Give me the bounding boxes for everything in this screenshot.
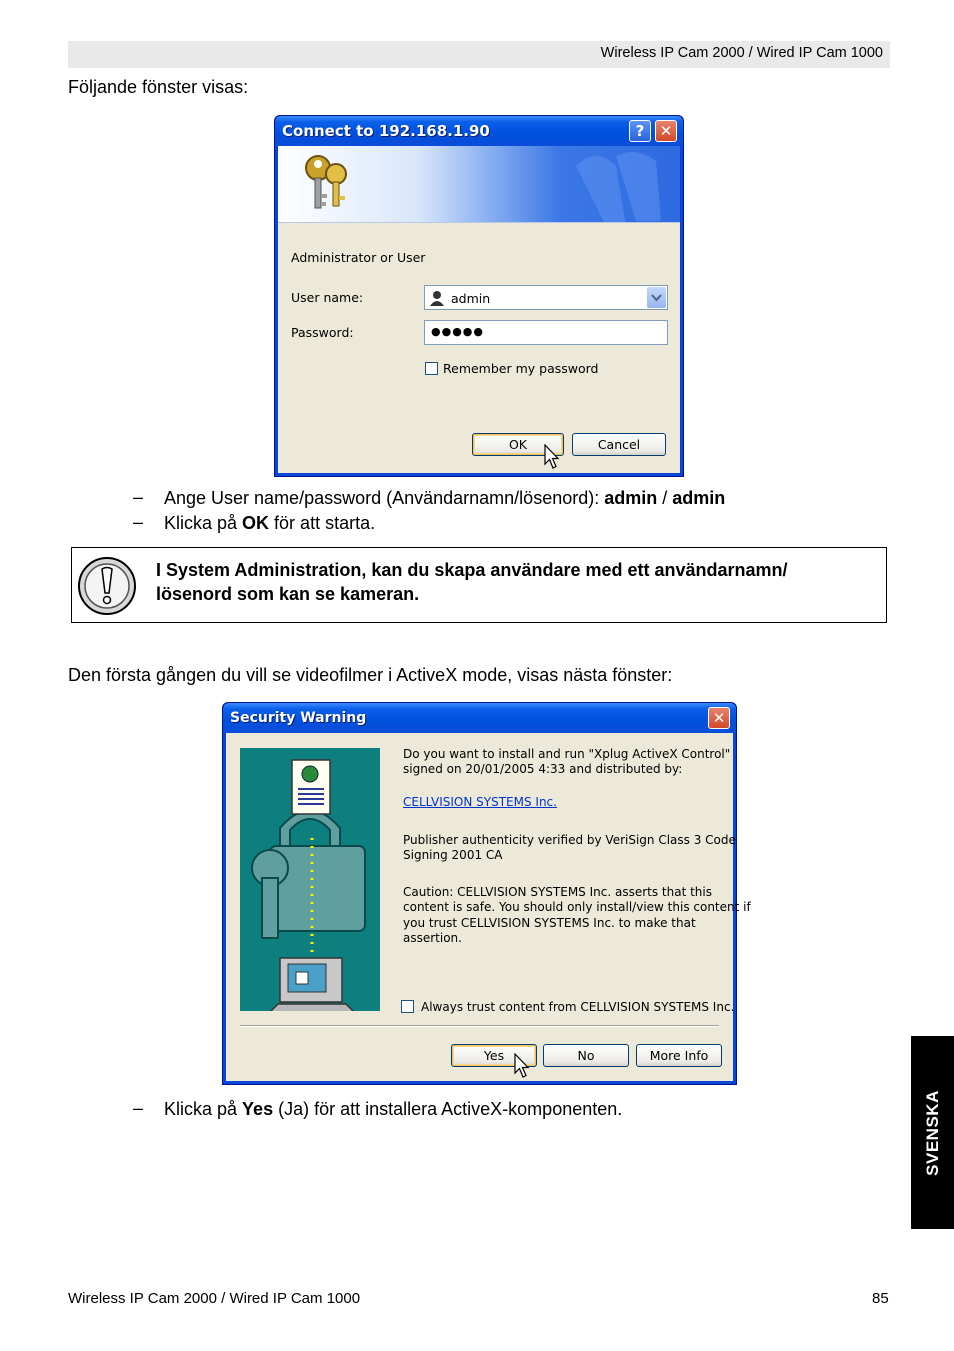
computer-icon <box>268 957 356 1013</box>
step-click-yes: Klicka på Yes (Ja) för att installera Ac… <box>164 1099 623 1119</box>
exclamation-icon <box>78 557 136 615</box>
auth-line2: Signing 2001 CA <box>403 848 503 862</box>
remember-label: Remember my password <box>443 361 599 376</box>
realm-text: Administrator or User <box>291 250 426 265</box>
remember-checkbox[interactable] <box>425 362 438 375</box>
step-dash: – <box>133 487 144 507</box>
security-question-line2: signed on 20/01/2005 4:33 and distribute… <box>403 762 683 776</box>
security-illustration <box>240 748 380 1013</box>
language-tab: SVENSKA <box>911 1036 954 1229</box>
header-title: Wireless IP Cam 2000 / Wired IP Cam 1000 <box>600 45 883 61</box>
page-number: 85 <box>872 1290 889 1307</box>
language-tab-label: SVENSKA <box>922 1089 942 1176</box>
keys-watermark-icon <box>576 152 661 222</box>
close-button[interactable]: ✕ <box>655 120 677 142</box>
security-titlebar: Security Warning ✕ <box>223 703 736 733</box>
username-label: User name: <box>291 290 364 305</box>
mouse-cursor-icon <box>544 444 560 469</box>
note-text: I System Administration, kan du skapa an… <box>156 560 788 604</box>
caution-line3: you trust CELLVISION SYSTEMS Inc. to mak… <box>403 916 696 930</box>
caution-line2: content is safe. You should only install… <box>403 900 751 914</box>
password-value: ●●●●● <box>431 325 484 338</box>
step-dash: – <box>133 512 144 532</box>
auth-line1: Publisher authenticity verified by VeriS… <box>403 833 736 847</box>
caution-line4: assertion. <box>403 931 462 945</box>
login-titlebar: Connect to 192.168.1.90 ? ✕ <box>275 116 683 146</box>
always-trust-checkbox[interactable] <box>401 1000 414 1013</box>
mouse-cursor-icon <box>514 1053 530 1078</box>
login-title: Connect to 192.168.1.90 <box>282 122 490 140</box>
no-button[interactable]: No <box>543 1044 629 1067</box>
keys-icon <box>305 155 347 209</box>
cancel-button[interactable]: Cancel <box>572 433 666 456</box>
login-body: Administrator or User User name: admin P… <box>278 146 680 473</box>
dropdown-arrow-icon[interactable] <box>647 287 666 308</box>
page-header: Wireless IP Cam 2000 / Wired IP Cam 1000 <box>68 41 890 68</box>
always-trust-label: Always trust content from CELLVISION SYS… <box>421 1000 735 1014</box>
publisher-link[interactable]: CELLVISION SYSTEMS Inc. <box>403 795 557 809</box>
security-question-line1: Do you want to install and run "Xplug Ac… <box>403 747 731 761</box>
help-button[interactable]: ? <box>629 120 651 142</box>
step-dash: – <box>133 1098 144 1118</box>
password-label: Password: <box>291 325 354 340</box>
username-field[interactable]: admin <box>424 285 668 310</box>
security-dialog: Security Warning ✕ Do you want to instal… <box>222 702 751 1085</box>
more-info-button[interactable]: More Info <box>636 1044 722 1067</box>
security-body: Do you want to install and run "Xplug Ac… <box>226 733 751 1081</box>
username-value: admin <box>451 291 491 306</box>
login-dialog: Connect to 192.168.1.90 ? ✕ Administrato… <box>274 115 684 477</box>
activex-intro-text: Den första gången du vill se videofilmer… <box>68 665 673 685</box>
step-click-ok: Klicka på OK för att starta. <box>164 513 376 533</box>
step-login-credentials: Ange User name/password (Användarnamn/lö… <box>164 488 726 508</box>
close-button[interactable]: ✕ <box>708 707 730 729</box>
certificate-icon <box>291 759 331 815</box>
user-icon <box>430 291 444 306</box>
intro-text: Följande fönster visas: <box>68 77 249 97</box>
password-field[interactable]: ●●●●● <box>424 320 668 345</box>
note-box: I System Administration, kan du skapa an… <box>71 547 887 623</box>
security-title: Security Warning <box>230 710 367 726</box>
lock-icon <box>251 809 366 939</box>
divider <box>240 1025 719 1027</box>
login-banner <box>278 146 680 222</box>
caution-line1: Caution: CELLVISION SYSTEMS Inc. asserts… <box>403 885 712 899</box>
footer-title: Wireless IP Cam 2000 / Wired IP Cam 1000 <box>68 1290 361 1307</box>
